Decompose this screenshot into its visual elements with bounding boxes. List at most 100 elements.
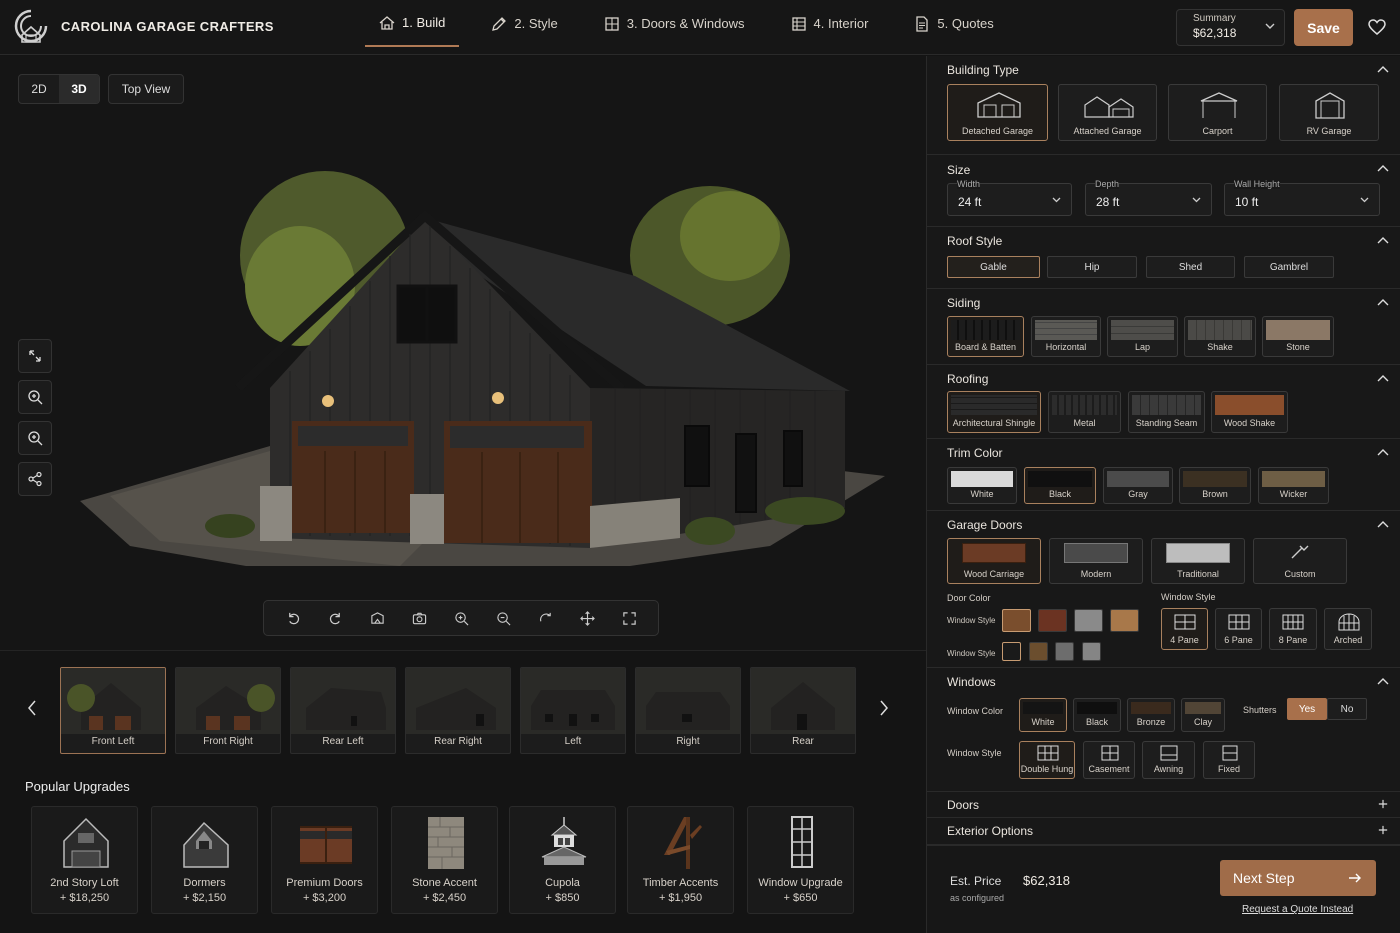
shutters-yes-button[interactable]: Yes: [1287, 698, 1327, 720]
garage-door-traditional[interactable]: Traditional: [1151, 538, 1245, 584]
chevron-up-icon[interactable]: [1377, 447, 1389, 457]
thumbnail-rear[interactable]: Rear: [750, 667, 856, 754]
chevron-up-icon[interactable]: [1377, 519, 1389, 529]
door-window-style-6-pane[interactable]: 6 Pane: [1215, 608, 1262, 650]
plus-icon[interactable]: [1377, 825, 1389, 835]
undo-button[interactable]: [279, 604, 307, 632]
door-window-style-8-pane[interactable]: 8 Pane: [1269, 608, 1317, 650]
window-color-white[interactable]: White: [1019, 698, 1067, 732]
next-step-button[interactable]: Next Step: [1220, 860, 1376, 896]
upgrade-dormers[interactable]: Dormers + $2,150: [151, 806, 258, 914]
top-view-button[interactable]: Top View: [108, 74, 184, 104]
upgrade-premium-doors[interactable]: Premium Doors + $3,200: [271, 806, 378, 914]
garage-door-modern[interactable]: Modern: [1049, 538, 1143, 584]
upgrade-cupola[interactable]: Cupola + $850: [509, 806, 616, 914]
trim-color-gray[interactable]: Gray: [1103, 467, 1173, 504]
trim-color-wicker[interactable]: Wicker: [1258, 467, 1329, 504]
building-type-carport[interactable]: Carport: [1168, 84, 1267, 141]
window-style-fixed[interactable]: Fixed: [1203, 741, 1255, 779]
window-style-double-hung[interactable]: Double Hung: [1019, 741, 1075, 779]
roof-style-hip[interactable]: Hip: [1047, 256, 1137, 278]
thumbnails-prev-button[interactable]: [22, 696, 42, 720]
chevron-up-icon[interactable]: [1377, 235, 1389, 245]
roofing-wood-shake[interactable]: Wood Shake: [1211, 391, 1288, 433]
door-color-swatch[interactable]: [1038, 609, 1067, 632]
chevron-up-icon[interactable]: [1377, 64, 1389, 74]
siding-horizontal[interactable]: Horizontal: [1031, 316, 1101, 357]
tab-interior[interactable]: 4. Interior: [777, 0, 883, 47]
trim-color-black[interactable]: Black: [1024, 467, 1096, 504]
shutters-no-button[interactable]: No: [1327, 698, 1367, 720]
door-window-color-swatch[interactable]: [1029, 642, 1048, 661]
zoom-in-button[interactable]: [18, 380, 52, 414]
view-2d-button[interactable]: 2D: [19, 75, 59, 103]
trim-color-brown[interactable]: Brown: [1179, 467, 1251, 504]
window-color-black[interactable]: Black: [1073, 698, 1121, 732]
wall-height-select[interactable]: Wall Height 10 ft: [1224, 179, 1380, 216]
thumbnail-rear-right[interactable]: Rear Right: [405, 667, 511, 754]
trim-color-white[interactable]: White: [947, 467, 1017, 504]
chevron-up-icon[interactable]: [1377, 676, 1389, 686]
building-type-detached-garage[interactable]: Detached Garage: [947, 84, 1048, 141]
model-viewer[interactable]: 2D 3D Top View: [0, 56, 926, 650]
thumbnail-front-left[interactable]: Front Left: [60, 667, 166, 754]
roof-style-gambrel[interactable]: Gambrel: [1244, 256, 1334, 278]
roof-style-shed[interactable]: Shed: [1146, 256, 1235, 278]
building-type-rv-garage[interactable]: RV Garage: [1279, 84, 1379, 141]
toolbar-zoom-in-button[interactable]: [447, 604, 475, 632]
upgrade-2nd-story-loft[interactable]: 2nd Story Loft + $18,250: [31, 806, 138, 914]
redo-button[interactable]: [321, 604, 349, 632]
thumbnail-right[interactable]: Right: [635, 667, 741, 754]
chevron-up-icon[interactable]: [1377, 163, 1389, 173]
plus-icon[interactable]: [1377, 799, 1389, 809]
zoom-in-button-2[interactable]: [18, 421, 52, 455]
garage-3d-model[interactable]: [70, 146, 900, 566]
tab-build[interactable]: 1. Build: [365, 0, 460, 47]
door-color-swatch[interactable]: [1110, 609, 1139, 632]
thumbnail-left[interactable]: Left: [520, 667, 626, 754]
siding-lap[interactable]: Lap: [1107, 316, 1178, 357]
chevron-up-icon[interactable]: [1377, 297, 1389, 307]
building-type-attached-garage[interactable]: Attached Garage: [1058, 84, 1157, 141]
tab-doors-windows[interactable]: 3. Doors & Windows: [590, 0, 759, 47]
share-button[interactable]: [18, 462, 52, 496]
window-style-awning[interactable]: Awning: [1142, 741, 1195, 779]
depth-select[interactable]: Depth 28 ft: [1085, 179, 1212, 216]
rotate-expand-button[interactable]: [18, 339, 52, 373]
request-quote-link[interactable]: Request a Quote Instead: [1242, 904, 1353, 915]
width-select[interactable]: Width 24 ft: [947, 179, 1072, 216]
garage-door-wood-carriage[interactable]: Wood Carriage: [947, 538, 1041, 584]
tab-style[interactable]: 2. Style: [477, 0, 571, 47]
tab-quotes[interactable]: 5. Quotes: [900, 0, 1007, 47]
upgrade-window-upgrade[interactable]: Window Upgrade + $650: [747, 806, 854, 914]
roof-style-gable[interactable]: Gable: [947, 256, 1040, 278]
save-button[interactable]: Save: [1294, 9, 1353, 46]
move-button[interactable]: [573, 604, 601, 632]
siding-stone[interactable]: Stone: [1262, 316, 1334, 357]
upgrade-timber-accents[interactable]: Timber Accents + $1,950: [627, 806, 734, 914]
siding-shake[interactable]: Shake: [1184, 316, 1256, 357]
door-window-style-arched[interactable]: Arched: [1324, 608, 1372, 650]
door-window-style-4-pane[interactable]: 4 Pane: [1161, 608, 1208, 650]
upgrade-stone-accent[interactable]: Stone Accent + $2,450: [391, 806, 498, 914]
toolbar-zoom-out-button[interactable]: [489, 604, 517, 632]
door-window-color-swatch[interactable]: [1055, 642, 1074, 661]
door-color-swatch[interactable]: [1002, 609, 1031, 632]
door-color-swatch[interactable]: [1074, 609, 1103, 632]
view-3d-button[interactable]: 3D: [59, 75, 99, 103]
thumbnail-front-right[interactable]: Front Right: [175, 667, 281, 754]
section-doors[interactable]: Doors: [927, 792, 1400, 818]
camera-button[interactable]: [405, 604, 433, 632]
window-color-bronze[interactable]: Bronze: [1127, 698, 1175, 732]
section-exterior-options[interactable]: Exterior Options: [927, 818, 1400, 845]
roofing-standing-seam[interactable]: Standing Seam: [1128, 391, 1205, 433]
thumbnail-rear-left[interactable]: Rear Left: [290, 667, 396, 754]
thumbnails-next-button[interactable]: [874, 696, 894, 720]
photo-button[interactable]: [363, 604, 391, 632]
rotate-button[interactable]: [531, 604, 559, 632]
window-color-clay[interactable]: Clay: [1181, 698, 1225, 732]
roofing-metal[interactable]: Metal: [1048, 391, 1121, 433]
door-window-color-swatch[interactable]: [1082, 642, 1101, 661]
roofing-architectural-shingle[interactable]: Architectural Shingle: [947, 391, 1041, 433]
chevron-up-icon[interactable]: [1377, 373, 1389, 383]
